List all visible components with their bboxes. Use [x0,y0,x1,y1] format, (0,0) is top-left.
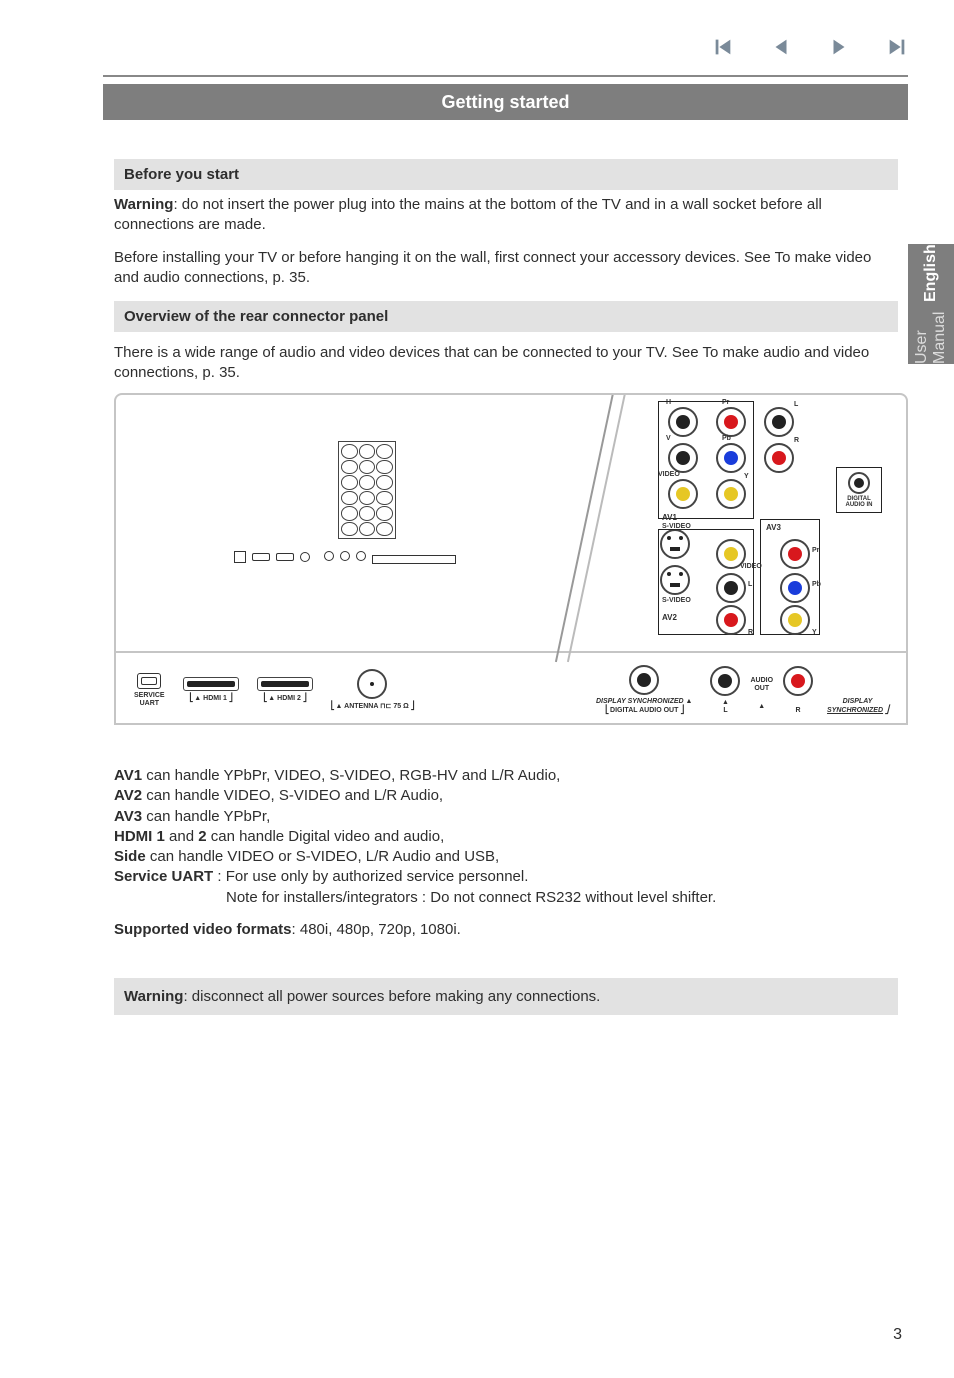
page-title: Getting started [103,84,908,120]
low-ports-mid [324,551,456,564]
top-nav [712,36,908,58]
supported-formats: Supported video formats: 480i, 480p, 720… [114,920,898,940]
skip-back-icon[interactable] [712,36,734,58]
antenna-port-icon [357,669,387,699]
service-uart-icon [137,673,161,689]
overview-heading: Overview of the rear connector panel [114,301,898,332]
connector-capabilities: AV1 can handle YPbPr, VIDEO, S-VIDEO, RG… [114,766,898,908]
low-ports-left [234,551,310,563]
digital-audio-in-box: DIGITAL AUDIO IN [836,467,882,513]
av1-box [658,401,754,519]
hdmi1-port-icon [183,677,239,691]
bottom-connector-row: SERVICE UART ⎣ ▲ HDMI 1 ⎦ ⎣ ▲ HDMI 2 ⎦ ⎣… [116,651,906,725]
digital-audio-out-icon [629,665,659,695]
warning-2: Warning: disconnect all power sources be… [114,978,898,1015]
before-you-start-heading: Before you start [114,159,898,190]
audio-out-r-icon [783,666,813,696]
page-number: 3 [893,1326,902,1344]
right-jack-panel: H Pr L V Pb R VIDEO Y DIGITAL AUDIO IN A… [644,407,876,639]
hdmi2-port-icon [257,677,313,691]
warning-1: Warning: do not insert the power plug in… [114,195,898,236]
skip-fwd-icon[interactable] [886,36,908,58]
play-icon[interactable] [828,36,850,58]
prev-icon[interactable] [770,36,792,58]
divider [103,75,908,77]
rear-connector-diagram: H Pr L V Pb R VIDEO Y DIGITAL AUDIO IN A… [114,393,908,725]
language-tab: User Manual English [908,244,954,364]
wide-range-text: There is a wide range of audio and video… [114,343,908,384]
side-jack-grid [338,441,396,539]
before-install-text: Before installing your TV or before hang… [114,248,898,289]
audio-out-l-icon [710,666,740,696]
